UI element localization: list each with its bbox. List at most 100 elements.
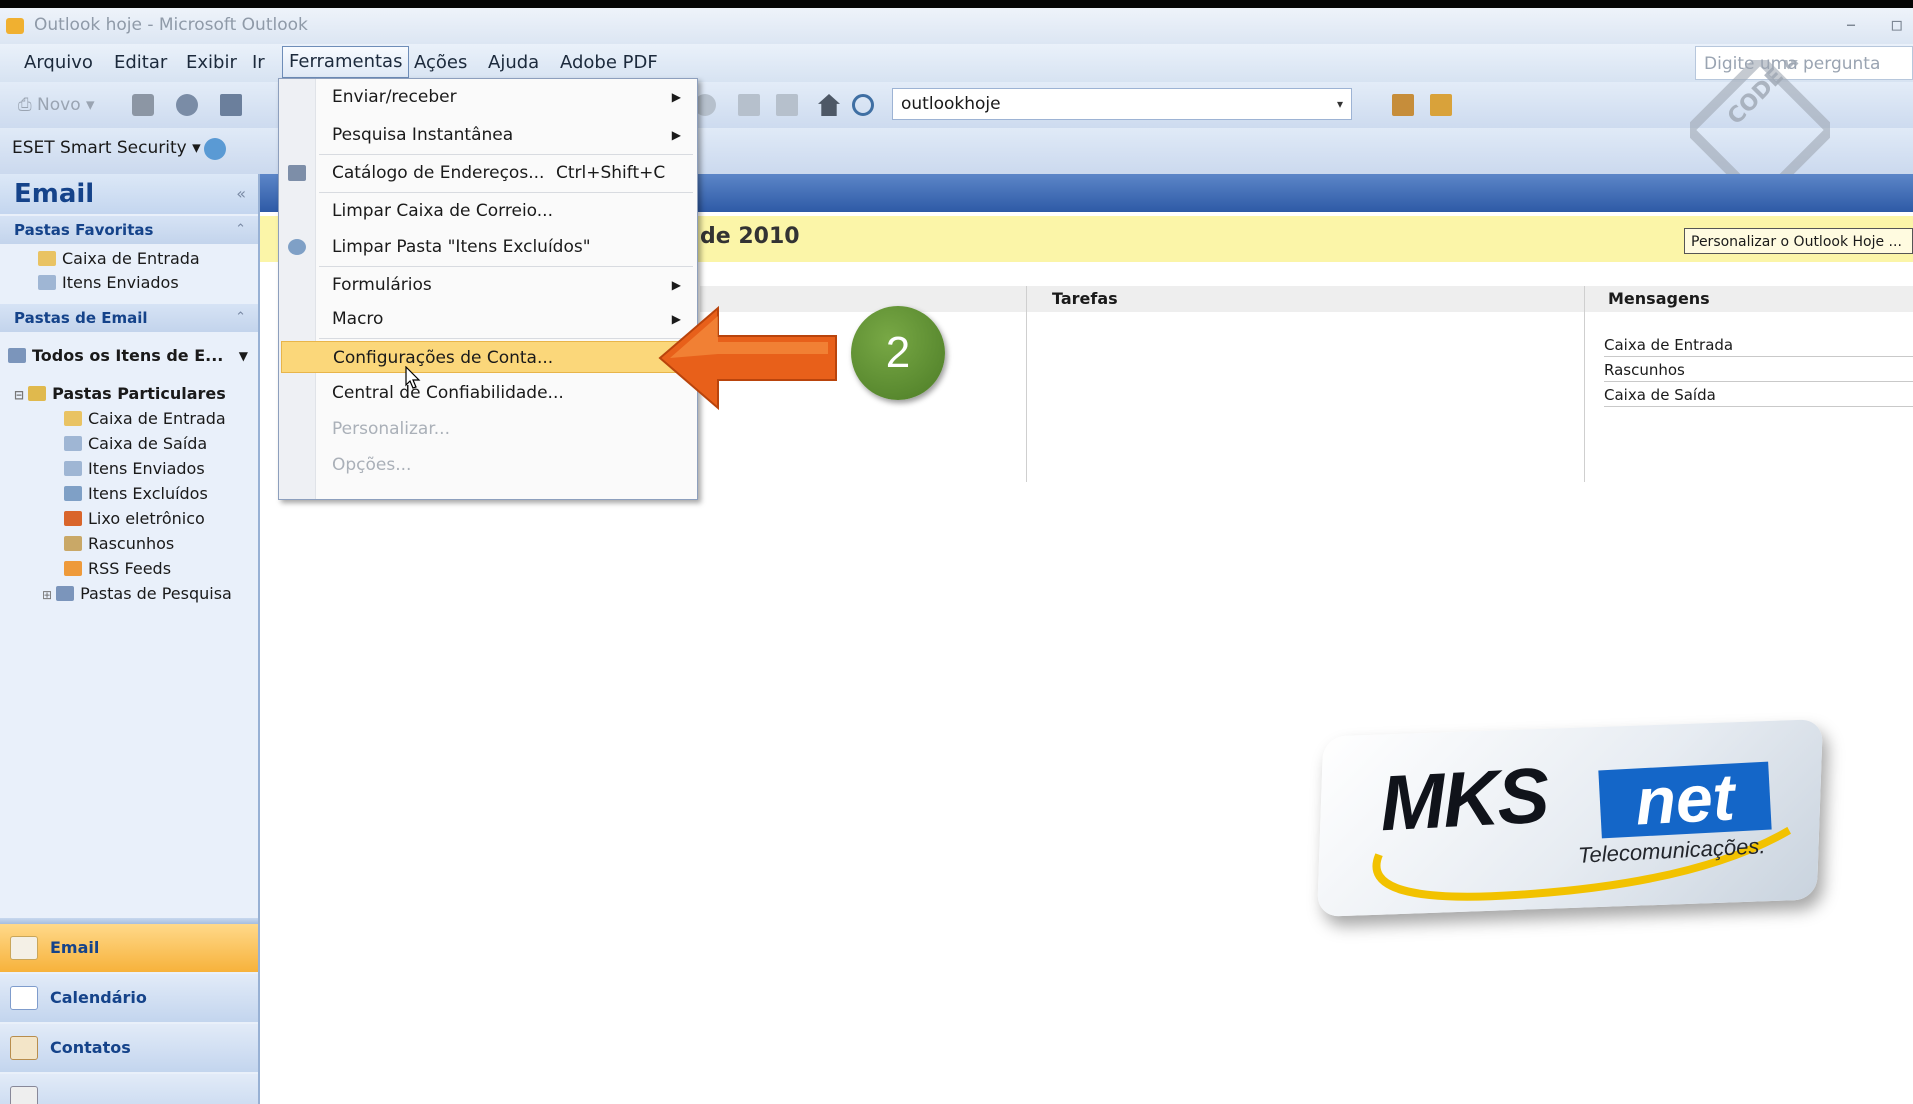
folder-rss-label: RSS Feeds <box>88 559 172 578</box>
address-book-icon[interactable] <box>220 94 242 116</box>
folder-drafts[interactable]: Rascunhos <box>64 533 174 555</box>
favorites-section[interactable]: Pastas Favoritas ⌃ <box>0 216 258 244</box>
menu-ajuda[interactable]: Ajuda <box>488 52 539 73</box>
maximize-icon[interactable]: ▫ <box>1890 12 1904 36</box>
menu-item-instant-search[interactable]: Pesquisa Instantânea ▶ <box>279 119 697 151</box>
chevron-up-icon[interactable]: ⌃ <box>235 216 246 244</box>
menu-acoes[interactable]: Ações <box>414 52 467 73</box>
folder-inbox-label: Caixa de Entrada <box>88 409 226 428</box>
folder-search[interactable]: ⊞ Pastas de Pesquisa <box>42 583 232 606</box>
page-icon-2[interactable] <box>776 94 798 116</box>
folder-deleted[interactable]: Itens Excluídos <box>64 483 208 505</box>
mail-folders-section[interactable]: Pastas de Email ⌃ <box>0 304 258 332</box>
address-combo[interactable]: outlookhoje ▾ <box>892 88 1352 120</box>
nav-button-contacts[interactable]: Contatos <box>0 1024 258 1072</box>
folder-drafts-label: Rascunhos <box>88 534 175 553</box>
messages-drafts[interactable]: Rascunhos <box>1604 359 1913 382</box>
menu-item-label: Formulários <box>332 275 432 295</box>
eset-menu[interactable]: ESET Smart Security ▾ <box>12 138 201 158</box>
nav-button-tasks[interactable] <box>0 1074 258 1104</box>
expand-tree-icon[interactable]: ⊞ <box>42 588 52 602</box>
menu-item-address-book[interactable]: Catálogo de Endereços... Ctrl+Shift+C <box>279 157 697 189</box>
favorite-inbox[interactable]: Caixa de Entrada <box>38 248 200 270</box>
folder-junk[interactable]: Lixo eletrônico <box>64 508 205 530</box>
send-receive-icon[interactable] <box>176 94 198 116</box>
logo-brand: MKS <box>1377 750 1550 848</box>
favorite-sent[interactable]: Itens Enviados <box>38 272 179 294</box>
folder-rss[interactable]: RSS Feeds <box>64 558 171 580</box>
collapse-icon[interactable]: « <box>236 174 246 214</box>
menu-separator <box>319 192 693 193</box>
nav-header: Email « <box>0 174 258 214</box>
nav-button-calendar[interactable]: Calendário <box>0 974 258 1022</box>
chevron-up-icon[interactable]: ⌃ <box>235 304 246 332</box>
menu-item-label: Central de Confiabilidade... <box>332 383 564 403</box>
logo-brand-box: net <box>1598 759 1772 839</box>
messages-header: Mensagens <box>1600 286 1913 312</box>
menu-separator <box>319 338 693 339</box>
menu-item-mailbox-cleanup[interactable]: Limpar Caixa de Correio... <box>279 195 697 227</box>
home-icon[interactable] <box>818 94 840 116</box>
personal-folders-root[interactable]: ⊟ Pastas Particulares <box>14 383 226 406</box>
menu-ferramentas[interactable]: Ferramentas <box>282 46 410 78</box>
menu-exibir[interactable]: Exibir <box>186 52 237 73</box>
column-divider <box>1026 286 1027 482</box>
customize-outlook-today-button[interactable]: Personalizar o Outlook Hoje ... <box>1684 228 1913 254</box>
menu-ir[interactable]: Ir <box>252 52 265 73</box>
deleted-items-icon <box>288 239 306 255</box>
messages-outbox[interactable]: Caixa de Saída <box>1604 384 1913 407</box>
menu-adobe-pdf[interactable]: Adobe PDF <box>560 52 658 73</box>
menu-item-empty-deleted[interactable]: Limpar Pasta "Itens Excluídos" <box>279 231 697 263</box>
sent-items-icon <box>64 461 82 476</box>
menu-item-label: Pesquisa Instantânea <box>332 125 514 145</box>
outbox-icon <box>64 436 82 451</box>
nav-title: Email <box>14 179 95 209</box>
menu-bar: Arquivo Editar Exibir Ir Ferramentas Açõ… <box>0 44 1913 82</box>
menu-separator <box>319 266 693 267</box>
menu-arquivo[interactable]: Arquivo <box>24 52 93 73</box>
inbox-icon <box>38 251 56 266</box>
nav-button-email[interactable]: Email <box>0 924 258 972</box>
step-number-badge: 2 <box>851 306 945 400</box>
tasks-icon <box>10 1086 38 1104</box>
menu-item-macro[interactable]: Macro ▶ <box>279 303 697 335</box>
column-divider <box>1584 286 1585 482</box>
chevron-down-icon[interactable]: ▼ <box>239 341 248 371</box>
address-value: outlookhoje <box>901 94 1001 114</box>
deleted-items-icon <box>64 486 82 501</box>
new-button[interactable]: ⎙ Novo ▾ <box>18 94 98 116</box>
menu-editar[interactable]: Editar <box>114 52 167 73</box>
print-icon[interactable] <box>132 94 154 116</box>
menu-item-label: Limpar Pasta "Itens Excluídos" <box>332 237 591 257</box>
eset-icon[interactable] <box>204 138 226 160</box>
page-icon[interactable] <box>738 94 760 116</box>
mouse-cursor-icon <box>405 366 421 389</box>
menu-item-label: Catálogo de Endereços... <box>332 163 545 183</box>
search-folder-icon <box>8 348 26 363</box>
contacts-icon <box>10 1036 38 1060</box>
menu-item-send-receive[interactable]: Enviar/receber ▶ <box>279 81 697 113</box>
folder-outbox[interactable]: Caixa de Saída <box>64 433 207 455</box>
favorite-sent-label: Itens Enviados <box>62 273 179 292</box>
folder-sent[interactable]: Itens Enviados <box>64 458 205 480</box>
folder-inbox[interactable]: Caixa de Entrada <box>64 408 226 430</box>
menu-item-trust-center[interactable]: Central de Confiabilidade... <box>279 377 697 409</box>
date-text: de 2010 <box>700 224 800 249</box>
menu-item-forms[interactable]: Formulários ▶ <box>279 269 697 301</box>
search-icon[interactable] <box>852 94 874 116</box>
chevron-down-icon[interactable]: ▾ <box>1337 89 1343 119</box>
inbox-icon <box>64 411 82 426</box>
all-mail-items-dropdown[interactable]: Todos os Itens de E... ▼ <box>8 341 252 371</box>
folder-icon-2[interactable] <box>1430 94 1452 116</box>
minimize-icon[interactable]: – <box>1846 12 1856 36</box>
collapse-tree-icon[interactable]: ⊟ <box>14 388 24 402</box>
menu-item-label: Configurações de Conta... <box>333 348 554 368</box>
menu-item-account-settings[interactable]: Configurações de Conta... <box>281 341 693 373</box>
screen: Outlook hoje - Microsoft Outlook – ▫ Arq… <box>0 0 1913 1104</box>
submenu-arrow-icon: ▶ <box>671 128 681 142</box>
sent-items-icon <box>38 275 56 290</box>
top-edge <box>0 0 1913 8</box>
folder-icon[interactable] <box>1392 94 1414 116</box>
nav-button-contacts-label: Contatos <box>50 1038 131 1057</box>
messages-inbox[interactable]: Caixa de Entrada <box>1604 334 1913 357</box>
